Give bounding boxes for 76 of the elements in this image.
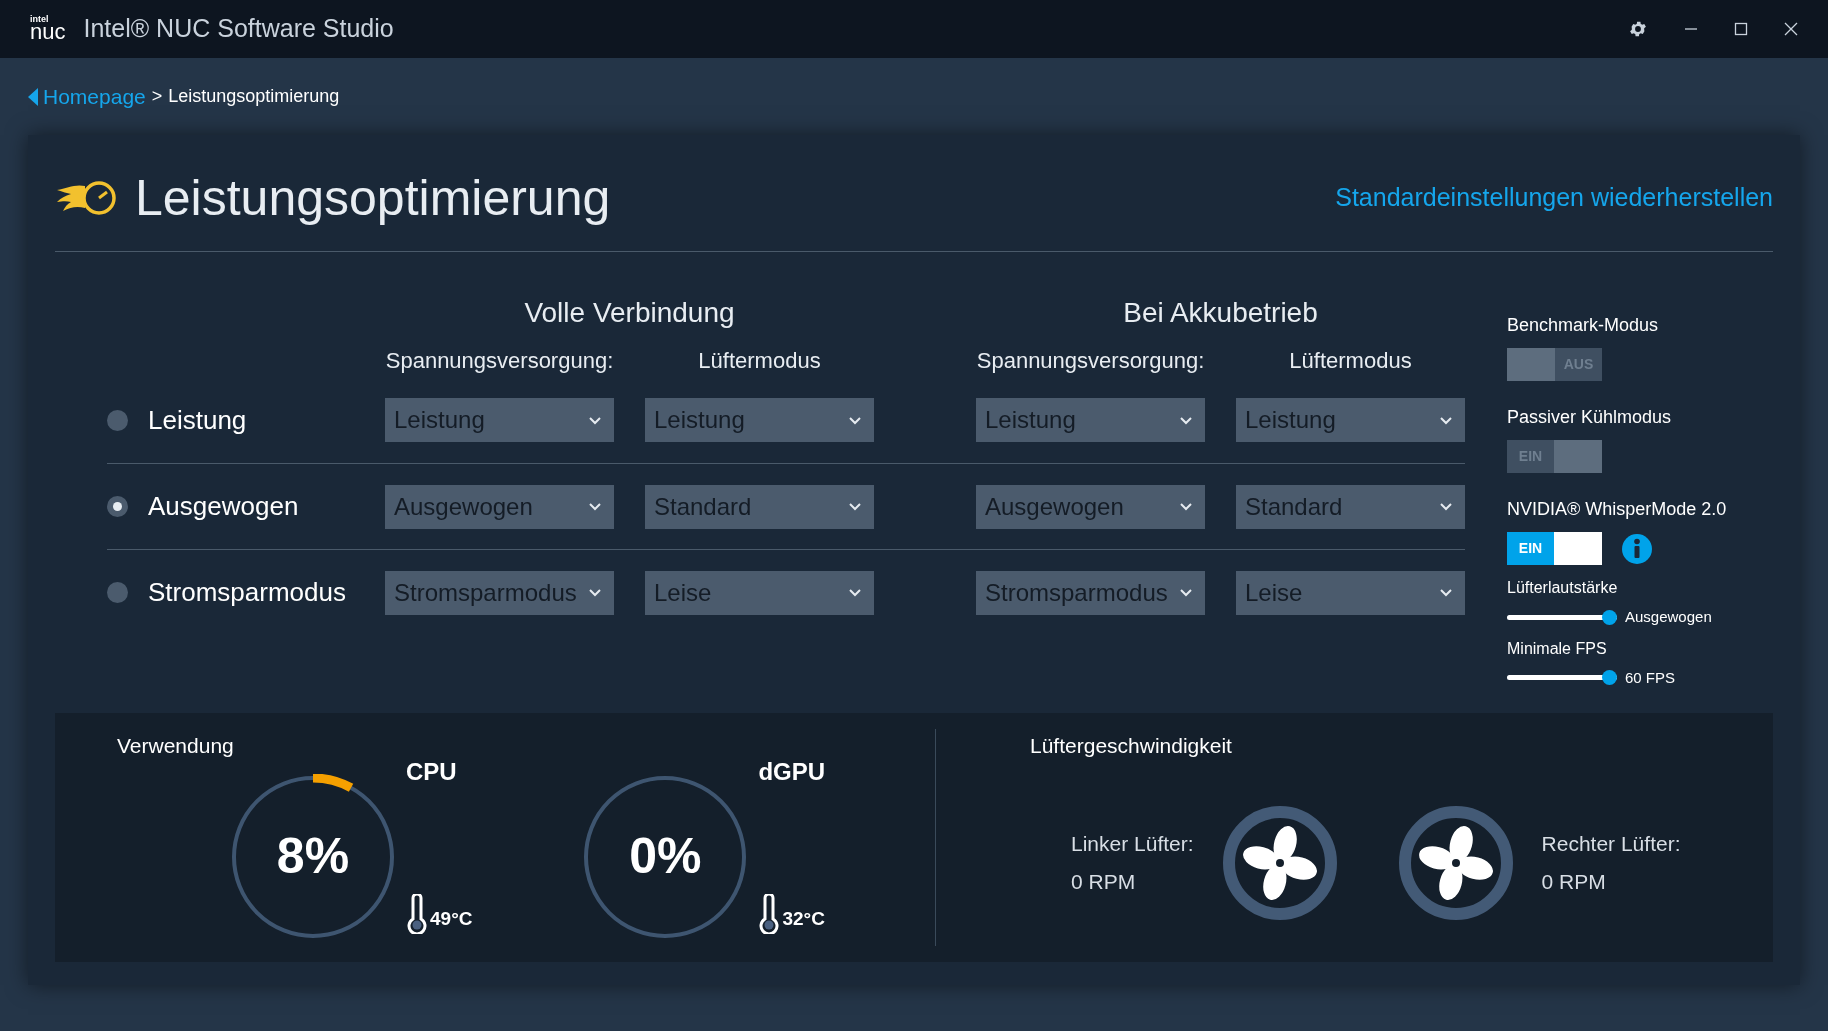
radio-button[interactable] xyxy=(107,496,128,517)
radio-button[interactable] xyxy=(107,409,128,431)
temperature-reading: 32°C xyxy=(782,907,825,931)
chevron-down-icon xyxy=(588,588,602,597)
chevron-down-icon xyxy=(1179,502,1193,511)
dropdown[interactable]: Leise xyxy=(1236,570,1465,615)
dropdown[interactable]: Ausgewogen xyxy=(976,484,1205,529)
close-icon[interactable] xyxy=(1784,22,1798,36)
chevron-down-icon xyxy=(1179,588,1193,597)
back-arrow-icon xyxy=(28,87,38,106)
dropdown[interactable]: Ausgewogen xyxy=(385,484,614,529)
back-link[interactable]: Homepage xyxy=(28,80,146,113)
profile-label: Leistung xyxy=(148,403,247,437)
breadcrumb-current: Leistungsoptimierung xyxy=(168,85,340,108)
maximize-icon[interactable] xyxy=(1734,22,1748,36)
speedometer-flame-icon xyxy=(55,180,117,216)
fan-speed: 0 RPM xyxy=(1541,868,1607,895)
dropdown[interactable]: Standard xyxy=(1236,484,1465,529)
column-heading: Spannungsversorgung: xyxy=(976,347,1205,375)
section-heading: Lüftergeschwindigkeit xyxy=(1030,733,1233,759)
fan-icon xyxy=(1221,804,1338,921)
temperature-reading: 49°C xyxy=(430,907,473,931)
slider[interactable] xyxy=(1507,670,1617,686)
usage-percent: 8% xyxy=(276,827,350,886)
slider-label: Lüfterlautstärke xyxy=(1507,578,1619,598)
page-title: Leistungsoptimierung xyxy=(135,168,611,228)
profile-label: Ausgewogen xyxy=(148,490,299,523)
chevron-down-icon xyxy=(848,415,862,425)
profile-label: Stromsparmodus xyxy=(148,576,346,609)
dropdown[interactable]: Leise xyxy=(645,570,874,615)
dropdown[interactable]: Leistung xyxy=(385,398,614,442)
fan-label: Linker Lüfter: xyxy=(1071,831,1194,857)
dropdown[interactable]: Leistung xyxy=(976,398,1205,442)
column-heading: Lüftermodus xyxy=(698,347,821,375)
dropdown[interactable]: Standard xyxy=(645,484,874,529)
section-heading: Verwendung xyxy=(117,733,235,759)
group-heading: Bei Akkubetrieb xyxy=(1123,296,1318,330)
chevron-down-icon xyxy=(1439,502,1453,511)
dropdown[interactable]: Stromsparmodus xyxy=(385,570,614,615)
gauge-label: dGPU xyxy=(758,756,826,787)
column-heading: Spannungsversorgung: xyxy=(385,347,614,375)
fan-label: Rechter Lüfter: xyxy=(1541,831,1681,857)
thermometer-icon xyxy=(758,893,781,934)
slider-thumb[interactable] xyxy=(1602,670,1617,686)
fan-icon xyxy=(1397,804,1514,921)
app-logo: intel nuc xyxy=(30,15,66,43)
setting-label: Passiver Kühlmodus xyxy=(1507,406,1673,429)
dropdown[interactable]: Leistung xyxy=(1236,398,1465,442)
slider[interactable] xyxy=(1507,609,1617,625)
dropdown[interactable]: Stromsparmodus xyxy=(976,570,1205,615)
radio-button[interactable] xyxy=(107,582,128,603)
setting-label: Benchmark-Modus xyxy=(1507,314,1660,337)
slider-label: Minimale FPS xyxy=(1507,638,1608,659)
chevron-down-icon xyxy=(1179,415,1193,425)
slider-value: Ausgewogen xyxy=(1625,607,1712,627)
chevron-down-icon xyxy=(1439,415,1453,425)
dropdown[interactable]: Leistung xyxy=(645,398,874,442)
group-heading: Volle Verbindung xyxy=(524,296,735,330)
fan-speed: 0 RPM xyxy=(1071,868,1137,895)
slider-thumb[interactable] xyxy=(1602,609,1617,625)
chevron-down-icon xyxy=(848,588,862,597)
slider-value: 60 FPS xyxy=(1625,667,1676,688)
reset-defaults-link[interactable]: Standardeinstellungen wiederherstellen xyxy=(1335,179,1773,217)
breadcrumb-separator: > xyxy=(151,85,163,108)
gauge-label: CPU xyxy=(406,756,458,787)
column-heading: Lüftermodus xyxy=(1289,347,1412,375)
thermometer-icon xyxy=(406,893,428,934)
usage-percent: 0% xyxy=(629,827,702,886)
chevron-down-icon xyxy=(588,502,602,511)
window-title: Intel® NUC Software Studio xyxy=(83,13,394,45)
chevron-down-icon xyxy=(848,502,862,511)
setting-label: NVIDIA® WhisperMode 2.0 xyxy=(1507,498,1727,521)
settings-icon[interactable] xyxy=(1628,19,1648,39)
info-icon[interactable] xyxy=(1622,533,1652,564)
chevron-down-icon xyxy=(1439,588,1453,597)
chevron-down-icon xyxy=(588,415,602,425)
